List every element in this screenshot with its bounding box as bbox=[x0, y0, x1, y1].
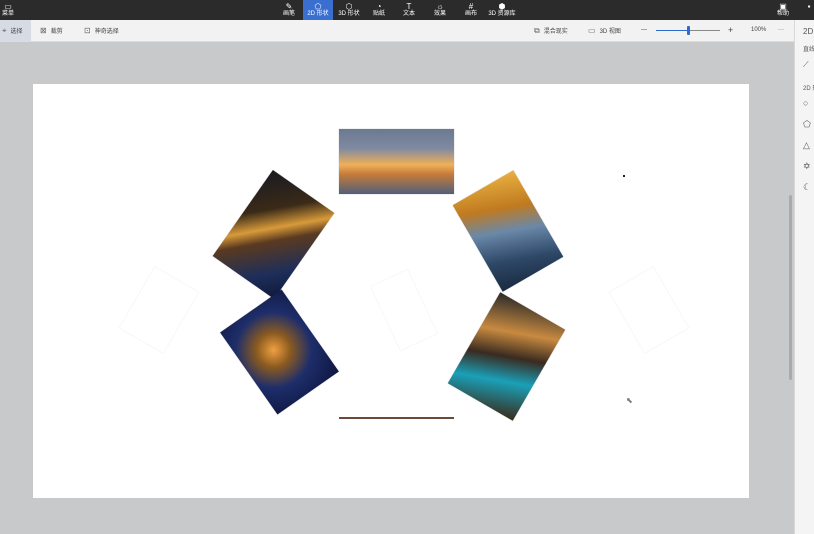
canvas-icon: # bbox=[468, 2, 474, 11]
ghost-shape bbox=[370, 268, 438, 351]
triangle-shape-icon[interactable]: △ bbox=[803, 140, 810, 151]
text-icon: T bbox=[406, 2, 412, 11]
crop-button[interactable]: ⊠ 裁剪 bbox=[40, 20, 63, 41]
pentagon-shape-icon[interactable]: ⬠ bbox=[803, 119, 811, 130]
photo-harbor-buildings[interactable] bbox=[447, 292, 566, 421]
tool-3d-library-label: 3D 资源库 bbox=[488, 11, 516, 17]
photo-castle-night[interactable] bbox=[212, 169, 335, 300]
zoom-slider-thumb[interactable] bbox=[687, 26, 690, 35]
view-3d-icon: ▭ bbox=[588, 26, 596, 35]
mixed-reality-icon: ⧉ bbox=[534, 26, 540, 35]
select-button[interactable]: ⌖ 选择 bbox=[0, 20, 31, 41]
magic-select-label: 神奇选择 bbox=[94, 29, 119, 35]
3d-library-icon: ⬢ bbox=[498, 2, 506, 11]
tool-brush[interactable]: ✎ 画笔 bbox=[277, 0, 301, 20]
zoom-in-button[interactable]: + bbox=[728, 20, 733, 41]
ghost-shape bbox=[608, 266, 689, 354]
select-icon: ⌖ bbox=[2, 26, 7, 35]
view-3d-label: 3D 视图 bbox=[599, 29, 621, 35]
tool-2d-shapes-label: 2D 形状 bbox=[307, 11, 329, 17]
tool-2d-shapes[interactable]: ⬠ 2D 形状 bbox=[303, 0, 333, 20]
right-panel: 2D 直线 ⟋ 2D 形 ○ ⬠ △ ✡ ☾ bbox=[794, 20, 814, 534]
photo-storm-city[interactable] bbox=[452, 170, 564, 292]
panel-line-label: 直线 bbox=[803, 47, 814, 53]
select-label: 选择 bbox=[10, 29, 23, 35]
panel-title: 2D bbox=[803, 27, 814, 36]
circle-shape-icon[interactable]: ○ bbox=[803, 98, 808, 108]
panel-shapes-label: 2D 形 bbox=[803, 86, 814, 92]
mixed-reality-label: 混合现实 bbox=[543, 29, 568, 35]
zoom-slider-fill bbox=[656, 30, 688, 31]
zoom-slider[interactable] bbox=[656, 26, 720, 35]
help-button[interactable]: ▣ 帮助 bbox=[774, 0, 792, 20]
crop-label: 裁剪 bbox=[50, 29, 63, 35]
effects-icon: ☼ bbox=[436, 2, 444, 11]
magic-select-icon: ⊡ bbox=[84, 26, 91, 35]
mixed-reality-button[interactable]: ⧉ 混合现实 bbox=[534, 20, 568, 41]
help-label: 帮助 bbox=[776, 11, 789, 17]
top-toolbar: ▭ 菜单 ✎ 画笔 ⬠ 2D 形状 ⬡ 3D 形状 ◔ 贴纸 T 文本 ☼ 效果… bbox=[0, 0, 814, 20]
tool-stickers-label: 贴纸 bbox=[372, 11, 385, 17]
2d-shapes-icon: ⬠ bbox=[314, 2, 322, 11]
brush-icon: ✎ bbox=[285, 2, 293, 11]
mouse-cursor-icon: ⬉ bbox=[626, 396, 633, 405]
star-shape-icon[interactable]: ✡ bbox=[803, 161, 811, 172]
zoom-out-button[interactable]: — bbox=[641, 20, 647, 41]
more-button[interactable]: ··· bbox=[778, 20, 784, 41]
view-3d-button[interactable]: ▭ 3D 视图 bbox=[588, 20, 621, 41]
tool-canvas-label: 画布 bbox=[464, 11, 477, 17]
tool-brush-label: 画笔 bbox=[282, 11, 295, 17]
tool-text[interactable]: T 文本 bbox=[398, 0, 420, 20]
tool-effects[interactable]: ☼ 效果 bbox=[429, 0, 451, 20]
stickers-icon: ◔ bbox=[376, 2, 382, 11]
crop-icon: ⊠ bbox=[40, 26, 47, 35]
photo-tree-night[interactable] bbox=[220, 289, 339, 415]
tool-stickers[interactable]: ◔ 贴纸 bbox=[368, 0, 390, 20]
canvas-dot bbox=[623, 175, 625, 177]
line-icon[interactable]: ⟋ bbox=[803, 60, 809, 70]
zoom-level: 100% bbox=[751, 27, 767, 33]
tool-text-label: 文本 bbox=[402, 11, 415, 17]
ghost-shape bbox=[118, 266, 199, 354]
menu-button[interactable]: ▭ 菜单 bbox=[0, 0, 16, 20]
tool-3d-shapes-label: 3D 形状 bbox=[338, 11, 360, 17]
moon-shape-icon[interactable]: ☾ bbox=[803, 182, 811, 193]
vertical-scrollbar[interactable] bbox=[789, 195, 792, 380]
user-icon: ▪ bbox=[807, 2, 811, 11]
tool-3d-library[interactable]: ⬢ 3D 资源库 bbox=[486, 0, 518, 20]
tool-canvas[interactable]: # 画布 bbox=[460, 0, 482, 20]
user-button[interactable]: ▪ bbox=[804, 0, 814, 20]
folder-icon: ▭ bbox=[4, 2, 12, 11]
photo-landscape-top[interactable] bbox=[339, 129, 454, 194]
drawing-canvas[interactable]: ⬉ bbox=[33, 84, 749, 498]
secondary-toolbar: ⌖ 选择 ⊠ 裁剪 ⊡ 神奇选择 ⧉ 混合现实 ▭ 3D 视图 — + 100% ··· bbox=[0, 20, 794, 42]
line-shape-bottom[interactable] bbox=[339, 417, 454, 419]
tool-effects-label: 效果 bbox=[433, 11, 446, 17]
magic-select-button[interactable]: ⊡ 神奇选择 bbox=[84, 20, 119, 41]
3d-shapes-icon: ⬡ bbox=[345, 2, 353, 11]
help-icon: ▣ bbox=[779, 2, 787, 11]
tool-3d-shapes[interactable]: ⬡ 3D 形状 bbox=[335, 0, 363, 20]
menu-label: 菜单 bbox=[1, 11, 14, 17]
